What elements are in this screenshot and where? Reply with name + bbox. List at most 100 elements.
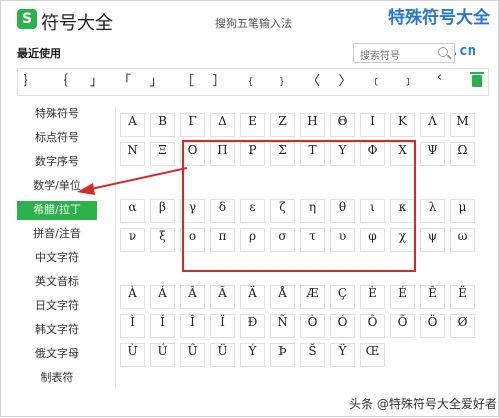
- symbol-cell[interactable]: Ø: [450, 314, 475, 338]
- recent-symbol[interactable]: ［: [176, 70, 200, 94]
- symbol-cell[interactable]: ν: [120, 228, 145, 252]
- symbol-cell[interactable]: Β: [150, 113, 175, 137]
- symbol-cell[interactable]: α: [120, 199, 145, 223]
- sidebar-item[interactable]: 特殊符号: [17, 105, 97, 124]
- recent-symbol[interactable]: ﹜: [270, 70, 294, 94]
- recent-symbol[interactable]: ｣: [81, 70, 105, 94]
- symbol-cell[interactable]: Š: [300, 343, 325, 367]
- symbol-cell[interactable]: Ù: [120, 343, 145, 367]
- symbol-cell[interactable]: ξ: [150, 228, 175, 252]
- symbol-cell[interactable]: Η: [300, 113, 325, 137]
- symbol-cell[interactable]: κ: [390, 199, 415, 223]
- symbol-cell[interactable]: Ι: [360, 113, 385, 137]
- symbol-cell[interactable]: Ç: [330, 285, 355, 309]
- symbol-cell[interactable]: Δ: [210, 113, 235, 137]
- symbol-cell[interactable]: λ: [420, 199, 445, 223]
- symbol-cell[interactable]: Ì: [120, 314, 145, 338]
- symbol-cell[interactable]: Ï: [210, 314, 235, 338]
- symbol-cell[interactable]: Ü: [210, 343, 235, 367]
- recent-symbol[interactable]: 〈: [302, 70, 326, 94]
- recent-symbol[interactable]: ﹝: [365, 70, 389, 94]
- search-box[interactable]: [353, 43, 455, 65]
- symbol-cell[interactable]: Ν: [120, 142, 145, 166]
- symbol-cell[interactable]: β: [150, 199, 175, 223]
- symbol-cell[interactable]: Φ: [360, 142, 385, 166]
- sidebar-item[interactable]: 英文音标: [17, 273, 97, 292]
- symbol-cell[interactable]: τ: [300, 228, 325, 252]
- search-input[interactable]: [354, 48, 430, 65]
- sidebar-item[interactable]: 俄文字母: [17, 345, 97, 364]
- symbol-cell[interactable]: Ρ: [240, 142, 265, 166]
- search-icon[interactable]: [438, 47, 448, 57]
- symbol-cell[interactable]: Ð: [240, 314, 265, 338]
- symbol-cell[interactable]: Ë: [450, 285, 475, 309]
- symbol-cell[interactable]: Ý: [240, 343, 265, 367]
- symbol-cell[interactable]: Υ: [330, 142, 355, 166]
- recent-symbol[interactable]: ‹: [428, 70, 452, 94]
- sidebar-item[interactable]: 标点符号: [17, 129, 97, 148]
- symbol-cell[interactable]: χ: [390, 228, 415, 252]
- symbol-cell[interactable]: É: [390, 285, 415, 309]
- symbol-cell[interactable]: Þ: [270, 343, 295, 367]
- symbol-cell[interactable]: Ε: [240, 113, 265, 137]
- sidebar-item[interactable]: 韩文字符: [17, 321, 97, 340]
- sidebar-item[interactable]: 制表符: [17, 369, 97, 388]
- symbol-cell[interactable]: ψ: [420, 228, 445, 252]
- symbol-cell[interactable]: Ô: [360, 314, 385, 338]
- sidebar-item[interactable]: 拼音/注音: [17, 225, 97, 244]
- symbol-cell[interactable]: Ò: [300, 314, 325, 338]
- symbol-cell[interactable]: ο: [180, 228, 205, 252]
- symbol-cell[interactable]: Î: [180, 314, 205, 338]
- recent-symbol[interactable]: ﹛: [239, 70, 263, 94]
- symbol-cell[interactable]: ι: [360, 199, 385, 223]
- symbol-cell[interactable]: Γ: [180, 113, 205, 137]
- sidebar-item[interactable]: 中文字符: [17, 249, 97, 268]
- recent-symbol[interactable]: 「: [113, 70, 137, 94]
- symbol-cell[interactable]: Ÿ: [330, 343, 355, 367]
- symbol-cell[interactable]: φ: [360, 228, 385, 252]
- symbol-cell[interactable]: Λ: [420, 113, 445, 137]
- symbol-cell[interactable]: Â: [180, 285, 205, 309]
- symbol-cell[interactable]: Σ: [270, 142, 295, 166]
- symbol-cell[interactable]: Ω: [450, 142, 475, 166]
- symbol-cell[interactable]: Æ: [300, 285, 325, 309]
- symbol-cell[interactable]: Ú: [150, 343, 175, 367]
- symbol-cell[interactable]: Á: [150, 285, 175, 309]
- recent-symbol[interactable]: 〉: [333, 70, 357, 94]
- symbol-cell[interactable]: Ö: [420, 314, 445, 338]
- recent-symbol[interactable]: ﹞: [396, 70, 420, 94]
- symbol-cell[interactable]: υ: [330, 228, 355, 252]
- symbol-cell[interactable]: ω: [450, 228, 475, 252]
- symbol-cell[interactable]: μ: [450, 199, 475, 223]
- symbol-cell[interactable]: Å: [270, 285, 295, 309]
- symbol-cell[interactable]: À: [120, 285, 145, 309]
- symbol-cell[interactable]: Χ: [390, 142, 415, 166]
- symbol-cell[interactable]: θ: [330, 199, 355, 223]
- recent-symbol[interactable]: 」: [144, 70, 168, 94]
- symbol-cell[interactable]: γ: [180, 199, 205, 223]
- symbol-cell[interactable]: Α: [120, 113, 145, 137]
- symbol-cell[interactable]: δ: [210, 199, 235, 223]
- symbol-cell[interactable]: η: [300, 199, 325, 223]
- symbol-cell[interactable]: σ: [270, 228, 295, 252]
- trash-icon[interactable]: [470, 72, 484, 87]
- symbol-cell[interactable]: Π: [210, 142, 235, 166]
- symbol-cell[interactable]: ζ: [270, 199, 295, 223]
- symbol-cell[interactable]: Ã: [210, 285, 235, 309]
- sidebar-item[interactable]: 数学/单位: [17, 177, 97, 196]
- symbol-cell[interactable]: Τ: [300, 142, 325, 166]
- symbol-cell[interactable]: ε: [240, 199, 265, 223]
- symbol-cell[interactable]: Ê: [420, 285, 445, 309]
- symbol-cell[interactable]: Μ: [450, 113, 475, 137]
- symbol-cell[interactable]: Û: [180, 343, 205, 367]
- symbol-cell[interactable]: ρ: [240, 228, 265, 252]
- symbol-cell[interactable]: π: [210, 228, 235, 252]
- sidebar-item[interactable]: 希腊/拉丁: [17, 201, 97, 220]
- recent-symbol[interactable]: ｝: [18, 70, 42, 94]
- symbol-cell[interactable]: Κ: [390, 113, 415, 137]
- symbol-cell[interactable]: Ó: [330, 314, 355, 338]
- recent-symbol[interactable]: ｛: [50, 70, 74, 94]
- symbol-cell[interactable]: Ñ: [270, 314, 295, 338]
- symbol-cell[interactable]: Θ: [330, 113, 355, 137]
- symbol-cell[interactable]: Ä: [240, 285, 265, 309]
